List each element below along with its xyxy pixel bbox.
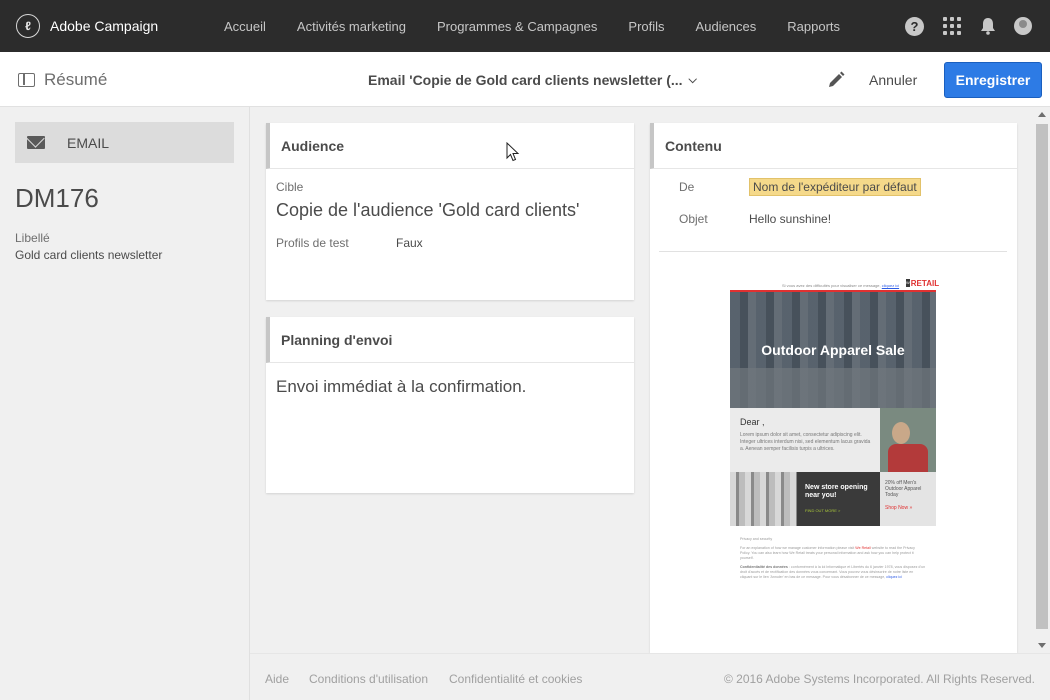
from-value: Nom de l'expéditeur par défaut: [749, 178, 921, 196]
apps-grid-icon[interactable]: [942, 16, 962, 36]
preview-hero-image: Outdoor Apparel Sale: [730, 290, 936, 408]
subject-value: Hello sunshine!: [749, 212, 832, 226]
channel-label: EMAIL: [67, 134, 110, 151]
page-footer: Aide Conditions d'utilisation Confidenti…: [250, 653, 1050, 700]
preview-store-title: New store opening near you!: [805, 484, 868, 499]
email-preview-thumbnail[interactable]: Si vous avez des difficultés pour visual…: [730, 275, 940, 605]
planning-card-title: Planning d'envoi: [266, 317, 634, 363]
label-caption: Libellé: [15, 231, 50, 245]
nav-link-audiences[interactable]: Audiences: [696, 19, 757, 34]
test-profiles-value: Faux: [396, 236, 423, 250]
main-content: Audience Cible Copie de l'audience 'Gold…: [250, 107, 1034, 653]
sidebar-panel-icon: [18, 73, 35, 87]
brand[interactable]: ℓ Adobe Campaign: [16, 14, 216, 38]
cancel-button[interactable]: Annuler: [869, 72, 917, 88]
preview-greeting: Dear ,: [740, 417, 765, 427]
from-caption: De: [679, 180, 695, 194]
chevron-down-icon: ⌵: [688, 73, 697, 86]
nav-link-programmes-campagnes[interactable]: Programmes & Campagnes: [437, 19, 597, 34]
help-icon[interactable]: ?: [905, 16, 924, 36]
preview-footer-text: Privacy and security For an explanation …: [740, 537, 926, 579]
user-avatar-icon[interactable]: [1014, 17, 1032, 35]
preview-store-cta: FIND OUT MORE >: [805, 508, 841, 513]
preview-store-image: [730, 472, 797, 526]
brand-name: Adobe Campaign: [50, 18, 159, 34]
preview-promo-cta: Shop Now »: [885, 505, 913, 511]
preview-couple-image: [880, 408, 936, 472]
bell-icon[interactable]: [980, 17, 996, 35]
copyright-text: © 2016 Adobe Systems Incorporated. All R…: [723, 672, 1035, 686]
target-caption: Cible: [276, 180, 304, 194]
test-profiles-caption: Profils de test: [276, 236, 349, 250]
channel-badge: EMAIL: [15, 122, 234, 163]
nav-link-rapports[interactable]: Rapports: [787, 19, 840, 34]
audience-card-title: Audience: [266, 123, 634, 169]
scroll-down-arrow-icon[interactable]: [1038, 643, 1046, 648]
subject-caption: Objet: [679, 212, 708, 226]
label-value: Gold card clients newsletter: [15, 248, 163, 262]
delivery-code: DM176: [15, 183, 99, 213]
mouse-pointer-icon: [506, 141, 520, 162]
content-card[interactable]: Contenu De Nom de l'expéditeur par défau…: [650, 123, 1017, 653]
preview-topline: Si vous avez des difficultés pour visual…: [782, 283, 900, 288]
top-navigation-bar: ℓ Adobe Campaign Accueil Activités marke…: [0, 0, 1050, 52]
pencil-edit-icon[interactable]: [826, 70, 846, 90]
preview-promo-block: 20% off Men's Outdoor Apparel Today Shop…: [880, 472, 936, 526]
divider: [659, 251, 1007, 252]
preview-promo-text: 20% off Men's Outdoor Apparel Today: [885, 480, 922, 498]
vertical-scrollbar[interactable]: [1034, 107, 1050, 653]
email-envelope-icon: [27, 136, 45, 149]
summary-label: Résumé: [44, 70, 108, 89]
scroll-thumb[interactable]: [1036, 124, 1048, 629]
nav-link-profils[interactable]: Profils: [628, 19, 664, 34]
planning-card[interactable]: Planning d'envoi Envoi immédiat à la con…: [266, 317, 634, 493]
save-button[interactable]: Enregistrer: [944, 62, 1042, 98]
footer-privacy-link[interactable]: Confidentialité et cookies: [449, 672, 582, 686]
nav-right-icons: ?: [887, 0, 1032, 52]
summary-panel: EMAIL DM176 Libellé Gold card clients ne…: [0, 107, 250, 700]
content-card-title: Contenu: [650, 123, 1017, 169]
we-retail-logo: W RETAIL: [906, 278, 940, 288]
preview-body: Dear , Lorem ipsum dolor sit amet, conse…: [730, 408, 880, 472]
nav-link-activites-marketing[interactable]: Activités marketing: [297, 19, 406, 34]
summary-toggle[interactable]: Résumé: [18, 70, 107, 90]
footer-help-link[interactable]: Aide: [265, 672, 289, 686]
preview-store-block: New store opening near you! FIND OUT MOR…: [797, 472, 880, 526]
planning-text: Envoi immédiat à la confirmation.: [276, 377, 527, 396]
nav-link-accueil[interactable]: Accueil: [224, 19, 266, 34]
adobe-campaign-logo-icon: ℓ: [16, 14, 40, 38]
preview-hero-text: Outdoor Apparel Sale: [761, 342, 905, 358]
footer-terms-link[interactable]: Conditions d'utilisation: [309, 672, 428, 686]
sub-header: Résumé Email 'Copie de Gold card clients…: [0, 52, 1050, 107]
preview-body-text: Lorem ipsum dolor sit amet, consectetur …: [740, 432, 871, 452]
document-title-dropdown[interactable]: Email 'Copie de Gold card clients newsle…: [368, 72, 697, 88]
scroll-up-arrow-icon[interactable]: [1038, 112, 1046, 117]
document-title: Email 'Copie de Gold card clients newsle…: [368, 72, 683, 88]
audience-card[interactable]: Audience Cible Copie de l'audience 'Gold…: [266, 123, 634, 300]
nav-links: Accueil Activités marketing Programmes &…: [224, 19, 871, 34]
target-value: Copie de l'audience 'Gold card clients': [276, 200, 580, 220]
